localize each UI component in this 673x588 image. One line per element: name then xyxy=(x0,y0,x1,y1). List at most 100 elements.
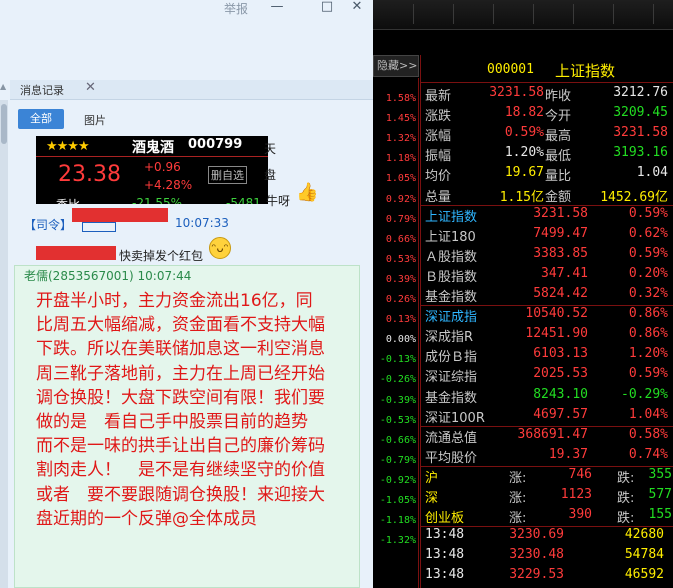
index-pct: 1.04% xyxy=(628,406,668,422)
index-name: Ａ股指数 xyxy=(425,249,478,265)
breadth-row[interactable]: 沪 涨: 746 跌: 355 xyxy=(421,466,673,486)
maximize-icon[interactable]: □ xyxy=(318,0,336,14)
axis-tick-label: 0.53% xyxy=(385,253,416,265)
index-row[interactable]: 深成指R 12451.90 0.86% xyxy=(421,325,673,345)
index-row[interactable]: 深证综指 2025.53 0.59% xyxy=(421,365,673,385)
scroll-up-arrow-icon[interactable]: ▲ xyxy=(0,82,6,91)
index-row[interactable]: 上证指数 3231.58 0.59% xyxy=(421,205,673,225)
summary-row[interactable]: 均价 19.67 量比 1.04 xyxy=(421,164,673,184)
axis-tick-label: 1.45% xyxy=(385,113,416,125)
index-name: 基金指数 xyxy=(425,390,478,406)
axis-tick-label: -0.13% xyxy=(379,354,416,366)
summary-value: 1.04 xyxy=(636,165,668,181)
tab-message-records[interactable]: 消息记录 xyxy=(20,82,64,98)
minimize-icon[interactable]: — xyxy=(268,0,286,14)
down-count: 577 xyxy=(648,487,672,502)
summary-row[interactable]: 涨幅 0.59% 最高 3231.58 xyxy=(421,124,673,144)
quote-toolbar xyxy=(373,0,673,30)
stock-code: 000799 xyxy=(188,137,243,152)
axis-tick-label: -0.53% xyxy=(379,414,416,426)
breadth-row[interactable]: 创业板 涨: 390 跌: 155 xyxy=(421,506,673,526)
summary-row[interactable]: 涨跌 18.82 今开 3209.45 xyxy=(421,104,673,124)
summary-value: 1.15亿 xyxy=(499,189,544,205)
quote-panel: 隐藏>> 1.58% 1.45% 1.32% 1.18% 1.05% 0.92% 0.79%… xyxy=(373,0,673,588)
index-pct: 0.32% xyxy=(628,286,668,301)
message-sender[interactable]: 【司令】 xyxy=(24,216,72,233)
index-name: 基金指数 xyxy=(425,290,478,305)
tick-price: 3230.48 xyxy=(509,547,564,563)
rating-stars: ★★★★ xyxy=(46,139,90,154)
axis-tick-label: -0.39% xyxy=(379,394,416,406)
summary-row[interactable]: 最新 3231.58 昨收 3212.76 xyxy=(421,84,673,104)
index-row[interactable]: 基金指数 8243.10 -0.29% xyxy=(421,386,673,406)
stock-name: 酒鬼酒 xyxy=(132,140,174,156)
index-pct: 0.86% xyxy=(628,306,668,322)
up-label: 涨: xyxy=(509,470,527,486)
stock-price: 23.38 xyxy=(58,162,121,187)
summary-label: 今开 xyxy=(545,109,572,125)
summary-row[interactable]: 振幅 1.20% 最低 3193.16 xyxy=(421,144,673,164)
filter-pictures-button[interactable]: 图片 xyxy=(84,112,106,128)
breadth-row[interactable]: 深 涨: 1123 跌: 577 xyxy=(421,486,673,506)
stock-change-pct: +4.28% xyxy=(144,178,193,192)
index-row[interactable]: 基金指数 5824.42 0.32% xyxy=(421,285,673,305)
summary-label: 均价 xyxy=(425,169,452,185)
totals-pct: 0.74% xyxy=(628,446,668,462)
index-row[interactable]: Ｂ股指数 347.41 0.20% xyxy=(421,265,673,285)
tick-volume: 46592 xyxy=(624,567,664,583)
index-row[interactable]: Ａ股指数 3383.85 0.59% xyxy=(421,245,673,265)
summary-row[interactable]: 总量 1.15亿 金额 1452.69亿 xyxy=(421,185,673,205)
pct-axis: 1.58% 1.45% 1.32% 1.18% 1.05% 0.92% 0.79% 0.66%… xyxy=(373,78,419,588)
message-sender[interactable]: 老儒(2853567001) 10:07:44 xyxy=(24,267,191,284)
index-value: 347.41 xyxy=(541,265,588,281)
close-icon[interactable]: ✕ xyxy=(348,0,366,14)
down-label: 跌: xyxy=(617,511,635,527)
summary-value: 3231.58 xyxy=(489,85,544,100)
index-value: 2025.53 xyxy=(533,366,588,382)
scrollbar-thumb[interactable] xyxy=(1,104,7,144)
axis-tick-label: 0.13% xyxy=(385,314,416,326)
tick-row[interactable]: 13:48 3229.53 46592 xyxy=(421,566,673,586)
totals-name: 平均股价 xyxy=(425,450,478,466)
shared-stock-card-image[interactable]: ★★★★ 酒鬼酒 000799 23.38 +0.96 +4.28% 删自选 委… xyxy=(36,136,268,204)
card-divider xyxy=(36,156,268,157)
axis-tick-label: 0.26% xyxy=(385,294,416,305)
index-header: 000001 上证指数 xyxy=(421,55,673,83)
report-link[interactable]: 举报 xyxy=(224,0,248,17)
axis-tick-label: 1.18% xyxy=(385,153,416,165)
summary-label: 最新 xyxy=(425,89,452,104)
index-pct: 0.62% xyxy=(628,225,668,241)
down-count: 155 xyxy=(648,507,672,523)
axis-tick-label: -1.18% xyxy=(379,515,416,527)
index-pct: -0.29% xyxy=(621,386,668,402)
totals-name: 流通总值 xyxy=(425,430,478,446)
summary-label: 最高 xyxy=(545,129,572,145)
index-row[interactable]: 深证成指 10540.52 0.86% xyxy=(421,305,673,325)
up-label: 涨: xyxy=(509,491,527,506)
totals-row[interactable]: 流通总值 368691.47 0.58% xyxy=(421,426,673,446)
index-value: 8243.10 xyxy=(533,386,588,402)
tab-close-icon[interactable]: ✕ xyxy=(85,80,96,95)
index-name: 深证成指 xyxy=(425,310,478,326)
index-pct: 0.59% xyxy=(628,205,668,221)
index-row[interactable]: 上证180 7499.47 0.62% xyxy=(421,225,673,245)
tick-row[interactable]: 13:48 3230.48 54784 xyxy=(421,546,673,566)
filter-all-button[interactable]: 全部 xyxy=(18,109,64,129)
message-tail-text: 牛呀 xyxy=(266,194,291,208)
stock-bottom-diff: -5481 xyxy=(226,196,261,204)
totals-row[interactable]: 平均股价 19.37 0.74% xyxy=(421,446,673,466)
summary-label: 涨幅 xyxy=(425,129,452,145)
tick-row[interactable]: 13:48 3230.69 42680 xyxy=(421,526,673,546)
index-row[interactable]: 成份Ｂ指 6103.13 1.20% xyxy=(421,345,673,365)
index-value: 10540.52 xyxy=(525,306,588,322)
index-name: 上证指数 xyxy=(425,209,478,225)
hide-panel-button[interactable]: 隐藏>> xyxy=(373,55,419,77)
redacted-badge xyxy=(82,222,116,232)
summary-label: 量比 xyxy=(545,169,572,185)
tick-price: 3229.53 xyxy=(509,567,564,583)
scrollbar[interactable] xyxy=(0,100,8,588)
axis-tick-label: 1.05% xyxy=(385,173,416,185)
cutoff-text: 盘 xyxy=(264,168,277,182)
index-value: 7499.47 xyxy=(533,225,588,241)
index-row[interactable]: 深证100R 4697.57 1.04% xyxy=(421,406,673,426)
